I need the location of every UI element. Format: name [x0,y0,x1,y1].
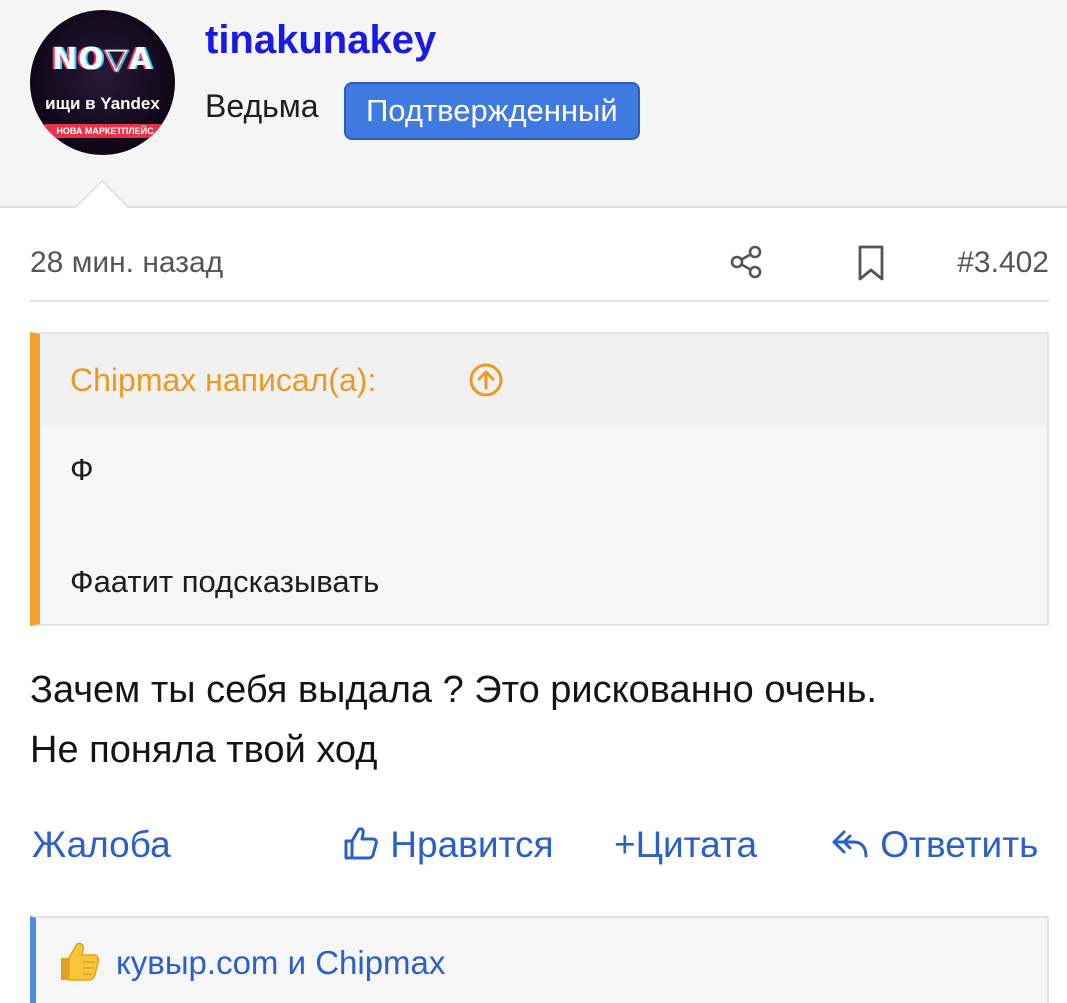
header-pointer-arrow [74,180,130,208]
reactions-list-link[interactable]: кувыр.com и Chipmax [116,944,445,982]
post-actions-bar: Жалоба Нравится +Цитата Ответить [30,820,1049,876]
forum-post: NO▽A ищи в Yandex НОВА МАРКЕТПЛЕЙС tinak… [0,0,1067,1003]
quote-author-link[interactable]: Chipmax написал(а): [70,362,376,399]
quote-button[interactable]: +Цитата [614,824,757,866]
message-line: Зачем ты себя выдала ? Это рискованно оч… [30,669,877,711]
quote-header: Chipmax написал(а): [40,334,1047,426]
share-icon[interactable] [728,244,764,280]
post-user-header: NO▽A ищи в Yandex НОВА МАРКЕТПЛЕЙС tinak… [0,0,1067,208]
post-number-link[interactable]: #3.402 [957,246,1049,280]
post-meta-bar: 28 мин. назад #3.402 [30,228,1049,302]
thumbs-up-emoji-icon [61,942,100,981]
reply-arrow-icon [832,830,868,858]
avatar[interactable]: NO▽A ищи в Yandex НОВА МАРКЕТПЛЕЙС [30,10,175,155]
avatar-logo-text: NO▽A [52,42,153,77]
plus-icon: + [614,824,636,865]
reply-button[interactable]: Ответить [830,824,1038,866]
post-message: Зачем ты себя выдала ? Это рискованно оч… [30,660,1049,780]
username-link[interactable]: tinakunakey [205,18,436,63]
arrow-up-circle-icon[interactable] [468,362,504,398]
quote-block: Chipmax написал(а): Ф Фаатит подсказыват… [30,332,1049,626]
quote-text-line: Фаатит подсказывать [70,564,380,599]
reply-label: Ответить [880,824,1039,865]
reactions-bar: кувыр.com и Chipmax [30,916,1049,1003]
user-title: Ведьма [205,88,319,124]
quote-text-line: Ф [70,452,94,487]
bookmark-icon[interactable] [856,244,886,282]
report-link[interactable]: Жалоба [32,824,171,866]
quote-label: Цитата [635,824,758,865]
thumbs-up-icon [344,827,378,860]
user-badge-verified: Подтвержденный [344,82,640,140]
like-button[interactable]: Нравится [342,824,554,866]
like-label: Нравится [390,824,554,865]
post-timestamp[interactable]: 28 мин. назад [30,246,223,280]
avatar-strip: НОВА МАРКЕТПЛЕЙС [44,124,166,138]
avatar-tagline: ищи в Yandex [45,94,160,113]
message-line: Не поняла твой ход [30,729,378,771]
